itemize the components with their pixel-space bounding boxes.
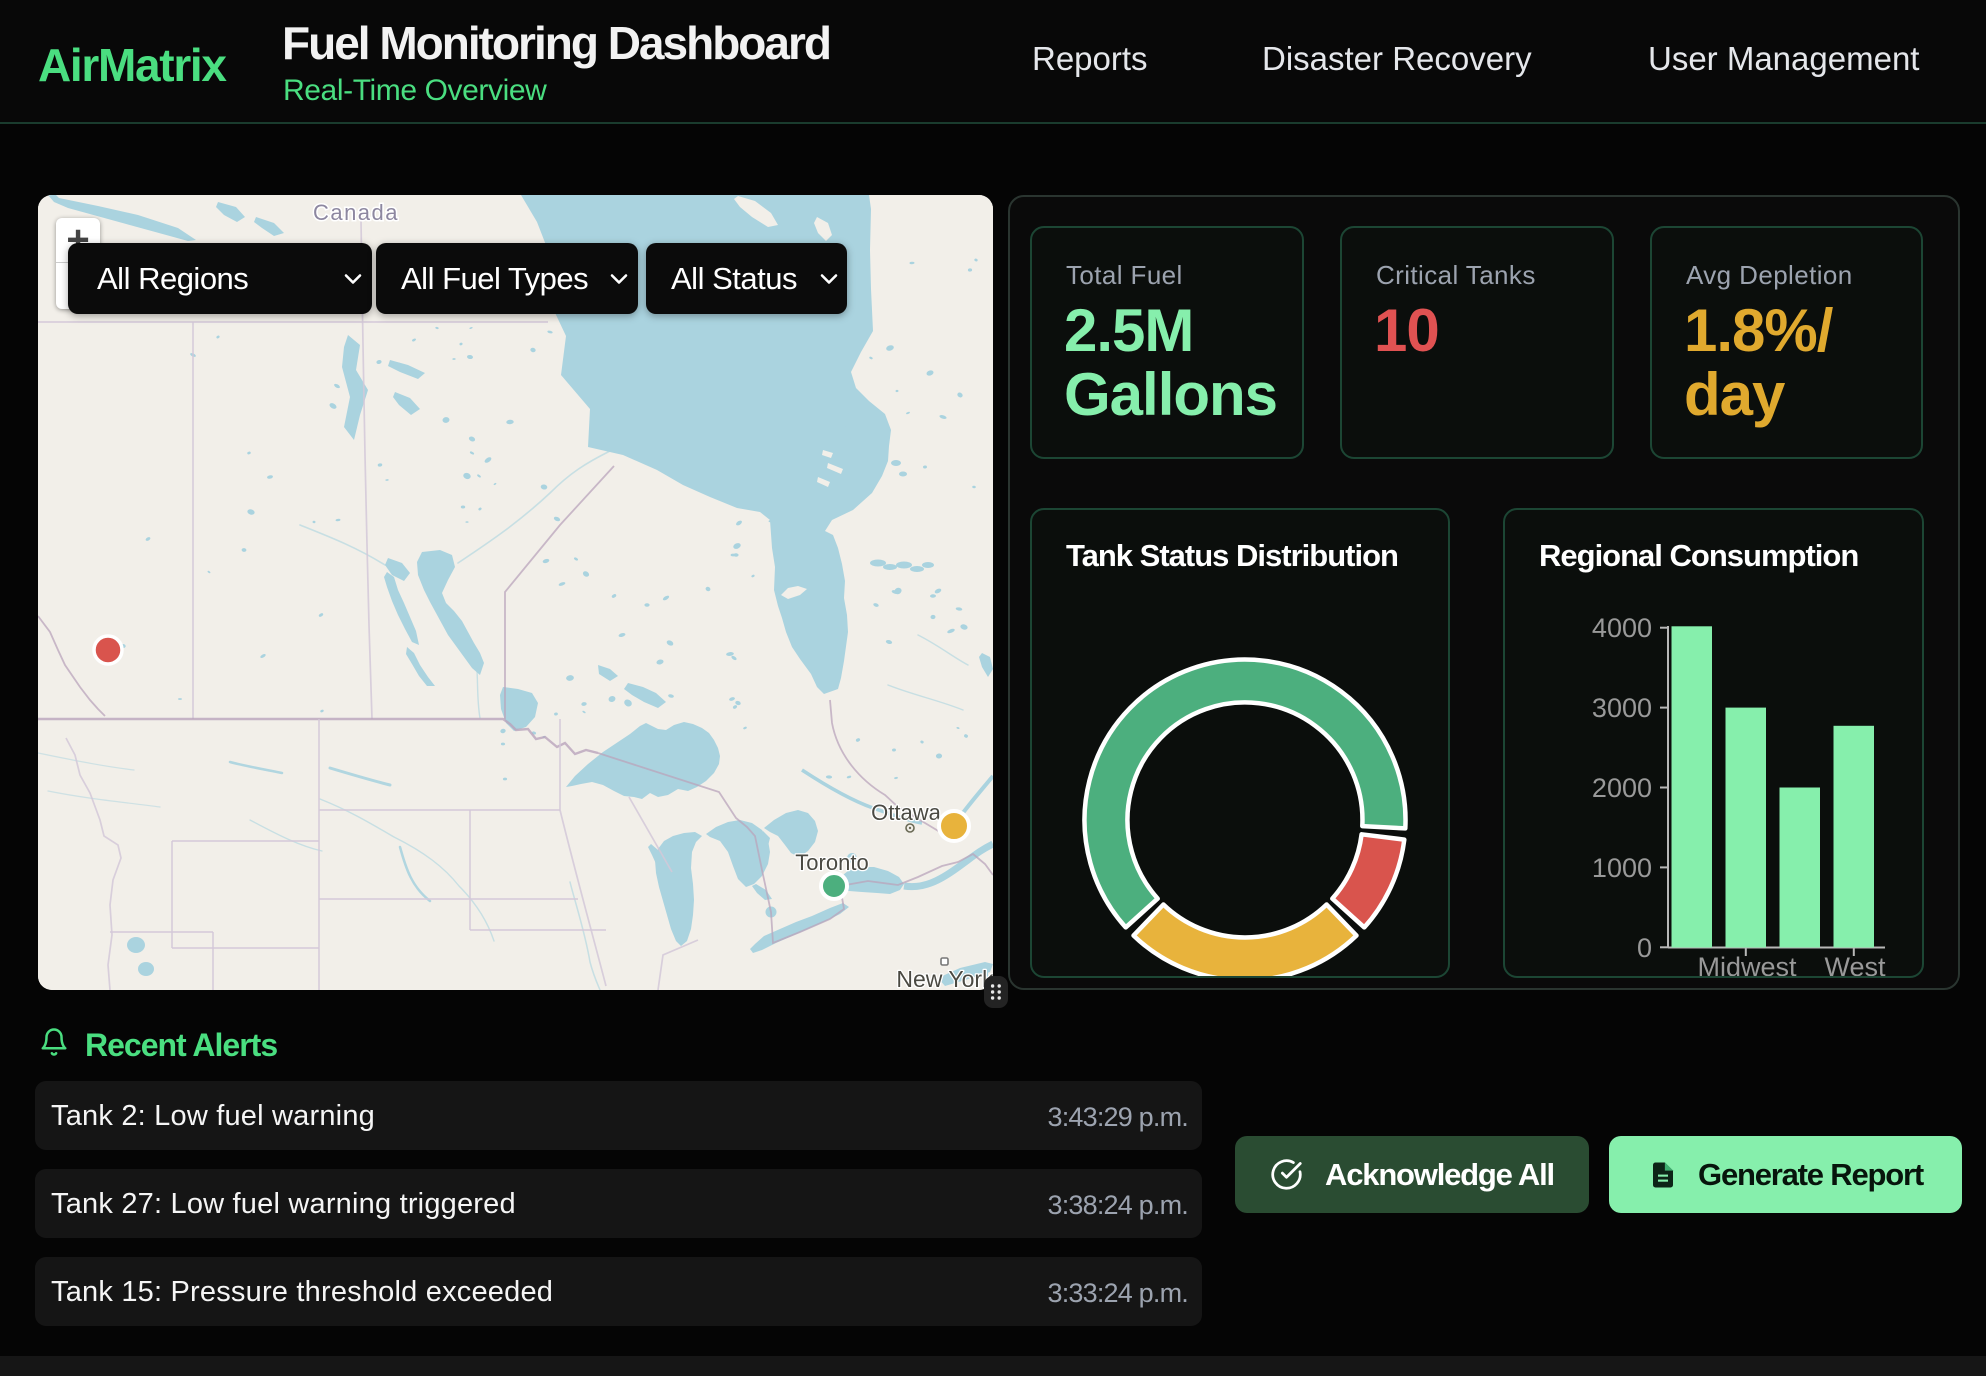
svg-text:Midwest: Midwest	[1697, 952, 1797, 976]
svg-text:Canada: Canada	[313, 200, 399, 225]
svg-text:West: West	[1824, 952, 1886, 976]
svg-text:1000: 1000	[1592, 853, 1652, 883]
svg-text:4000: 4000	[1592, 613, 1652, 643]
svg-text:Ottawa: Ottawa	[871, 800, 941, 825]
svg-text:2000: 2000	[1592, 773, 1652, 803]
svg-text:0: 0	[1637, 933, 1652, 963]
svg-text:New York: New York	[896, 966, 993, 990]
svg-text:3000: 3000	[1592, 693, 1652, 723]
